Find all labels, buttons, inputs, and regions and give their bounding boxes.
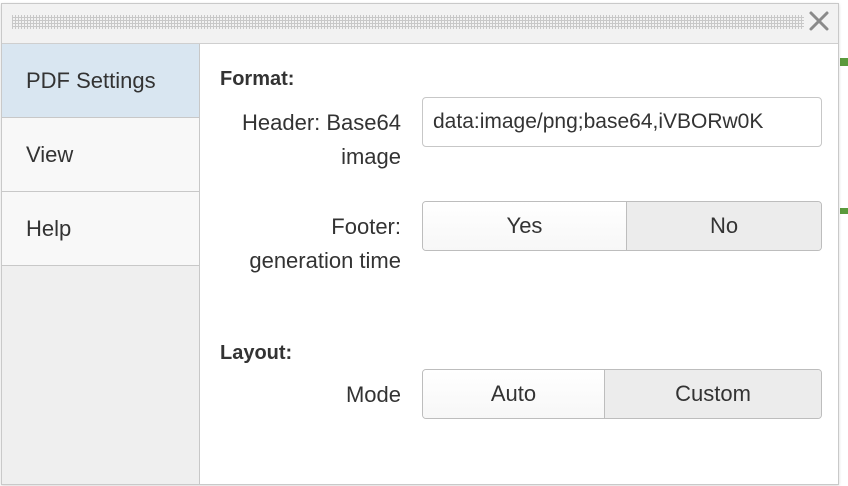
- mode-custom-button[interactable]: Custom: [604, 370, 821, 418]
- background-accent: [840, 208, 848, 214]
- sidebar-item-help[interactable]: Help: [2, 192, 199, 266]
- sidebar-item-label: View: [26, 141, 74, 167]
- sidebar-item-label: Help: [26, 215, 72, 241]
- sidebar-item-label: PDF Settings: [26, 67, 156, 93]
- footer-label-line1: Footer:: [331, 214, 401, 239]
- header-label-line2: image: [341, 144, 401, 169]
- header-field-label: Header: Base64 image: [201, 106, 401, 174]
- sidebar: PDF Settings View Help: [2, 44, 200, 484]
- pdf-settings-dialog: PDF Settings View Help Format: Header: B…: [1, 3, 839, 485]
- footer-field-label: Footer: generation time: [201, 210, 401, 278]
- drag-handle[interactable]: [12, 15, 804, 29]
- format-section-title: Format:: [220, 68, 295, 90]
- background-accent: [840, 58, 848, 66]
- sidebar-item-pdf-settings[interactable]: PDF Settings: [2, 44, 199, 118]
- footer-label-line2: generation time: [249, 248, 401, 273]
- footer-generation-time-toggle: Yes No: [422, 201, 822, 251]
- close-button[interactable]: [806, 8, 832, 34]
- sidebar-item-view[interactable]: View: [2, 118, 199, 192]
- close-icon: [809, 11, 829, 31]
- layout-section-title: Layout:: [220, 342, 293, 364]
- header-base64-input[interactable]: [422, 97, 822, 147]
- settings-panel: Format: Header: Base64 image Footer: gen…: [200, 44, 838, 484]
- dialog-title-bar[interactable]: [2, 4, 838, 44]
- footer-yes-button[interactable]: Yes: [423, 202, 626, 250]
- header-label-line1: Header: Base64: [242, 110, 401, 135]
- footer-no-button[interactable]: No: [626, 202, 821, 250]
- mode-auto-button[interactable]: Auto: [423, 370, 604, 418]
- layout-mode-toggle: Auto Custom: [422, 369, 822, 419]
- mode-field-label: Mode: [345, 382, 401, 407]
